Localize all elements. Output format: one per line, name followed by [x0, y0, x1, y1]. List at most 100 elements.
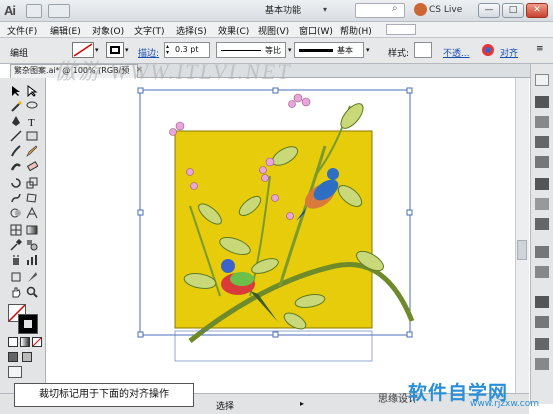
menu-type[interactable]: 文字(T) [134, 24, 165, 37]
hand-tool-icon[interactable] [10, 286, 24, 298]
rectangle-tool-icon[interactable] [26, 130, 40, 142]
slice-tool-icon[interactable] [26, 271, 40, 283]
screen-mode-button[interactable] [8, 366, 22, 378]
menu-edit[interactable]: 编辑(E) [50, 24, 81, 37]
menu-view[interactable]: 视图(V) [258, 24, 289, 37]
magic-wand-tool-icon[interactable] [10, 100, 24, 112]
paintbrush-tool-icon[interactable] [10, 145, 24, 157]
line-segment-tool-icon[interactable] [10, 130, 24, 142]
rotate-tool-icon[interactable] [10, 177, 24, 189]
align-panel-icon[interactable] [535, 338, 549, 350]
symbols-panel-icon[interactable] [535, 156, 549, 168]
zoom-tool-icon[interactable] [26, 286, 40, 298]
mesh-tool-icon[interactable] [10, 224, 24, 236]
type-tool-icon[interactable]: T [26, 115, 40, 129]
workspace-switcher[interactable]: 基本功能 [265, 4, 325, 18]
none-mode-button[interactable] [32, 337, 42, 347]
menu-extra-icon[interactable] [386, 24, 416, 35]
stroke-panel-icon[interactable] [535, 178, 549, 190]
artwork[interactable] [130, 86, 420, 366]
pathfinder-panel-icon[interactable] [535, 358, 549, 370]
draw-normal-button[interactable] [8, 352, 18, 362]
direct-selection-tool-icon[interactable] [26, 85, 40, 98]
leaf [340, 103, 364, 129]
style-label: 样式: [388, 49, 410, 59]
chevron-right-icon[interactable]: ▸ [300, 399, 304, 408]
brush-definition[interactable]: 基本 [294, 42, 364, 58]
chevron-down-icon[interactable]: ▾ [288, 46, 292, 54]
menu-object[interactable]: 对象(O) [92, 24, 124, 37]
layers-panel-icon[interactable] [535, 296, 549, 308]
perspective-grid-tool-icon[interactable] [26, 206, 40, 219]
cs-live-label[interactable]: CS Live [429, 5, 462, 15]
menu-window[interactable]: 窗口(W) [299, 24, 333, 37]
panel-menu-icon[interactable]: ≡ [536, 44, 548, 56]
selection-handle[interactable] [406, 209, 413, 216]
maximize-button[interactable]: □ [502, 3, 524, 18]
selection-handle[interactable] [406, 87, 413, 94]
menu-effect[interactable]: 效果(C) [218, 24, 249, 37]
menu-select[interactable]: 选择(S) [176, 24, 207, 37]
chevron-down-icon[interactable]: ▾ [366, 46, 370, 54]
menu-help[interactable]: 帮助(H) [340, 24, 372, 37]
selection-handle[interactable] [272, 331, 279, 338]
recolor-icon[interactable] [480, 42, 496, 58]
chevron-down-icon[interactable]: ▾ [125, 46, 129, 54]
color-mode-button[interactable] [8, 337, 18, 347]
svg-text:T: T [28, 117, 35, 127]
draw-behind-button[interactable] [22, 352, 32, 362]
column-graph-tool-icon[interactable] [26, 254, 40, 266]
pen-tool-icon[interactable] [10, 115, 24, 127]
transparency-panel-icon[interactable] [535, 218, 549, 230]
brushes-panel-icon[interactable] [535, 136, 549, 148]
scrollbar-thumb[interactable] [517, 240, 527, 260]
artboard-tool-icon[interactable] [10, 271, 24, 283]
free-transform-tool-icon[interactable] [26, 192, 40, 204]
flower [175, 121, 185, 131]
selection-handle[interactable] [272, 87, 279, 94]
blob-brush-tool-icon[interactable] [10, 160, 24, 172]
selection-handle[interactable] [406, 331, 413, 338]
gradient-panel-icon[interactable] [535, 198, 549, 210]
warp-tool-icon[interactable] [10, 192, 24, 204]
minimize-button[interactable]: — [478, 3, 500, 18]
gradient-tool-icon[interactable] [26, 224, 40, 236]
pencil-tool-icon[interactable] [26, 145, 40, 157]
arrange-documents-icon[interactable] [48, 4, 70, 18]
cs-live-icon[interactable] [414, 3, 427, 16]
selection-tool-icon[interactable] [10, 85, 24, 97]
chevron-down-icon[interactable]: ▾ [95, 46, 99, 54]
selection-handle[interactable] [137, 87, 144, 94]
symbol-sprayer-tool-icon[interactable] [10, 254, 24, 266]
menu-file[interactable]: 文件(F) [7, 24, 37, 37]
gradient-mode-button[interactable] [20, 337, 30, 347]
selection-type-label: 编组 [10, 49, 29, 59]
eyedropper-tool-icon[interactable] [10, 238, 24, 251]
artboards-panel-icon[interactable] [535, 316, 549, 328]
site-logo-domain: www.rjzxw.com [470, 399, 539, 409]
scale-tool-icon[interactable] [26, 177, 40, 189]
site-watermark-top: 傲游 WWW.ITLVI.NET [54, 59, 292, 84]
eraser-tool-icon[interactable] [26, 160, 40, 172]
swatches-panel-icon[interactable] [535, 116, 549, 128]
vertical-scrollbar[interactable] [515, 78, 529, 393]
opacity-label[interactable]: 不透... [443, 46, 470, 59]
appearance-panel-icon[interactable] [535, 246, 549, 258]
blend-tool-icon[interactable] [26, 239, 40, 251]
graphic-style-swatch[interactable] [414, 42, 432, 58]
color-guide-panel-icon[interactable] [535, 96, 549, 108]
stroke-color-icon [110, 46, 120, 54]
graphic-styles-panel-icon[interactable] [535, 266, 549, 278]
flower [186, 168, 194, 176]
selection-handle[interactable] [137, 331, 144, 338]
lasso-tool-icon[interactable] [26, 100, 40, 112]
bridge-icon[interactable] [26, 4, 42, 18]
shape-builder-tool-icon[interactable] [10, 207, 24, 219]
selection-handle[interactable] [137, 209, 144, 216]
stroke-color-indicator[interactable] [18, 314, 38, 334]
color-panel-icon[interactable] [535, 74, 549, 86]
status-tool-label: 选择 [216, 402, 235, 412]
align-label[interactable]: 对齐 [500, 46, 518, 59]
flower [293, 93, 303, 103]
close-button[interactable]: ✕ [526, 3, 548, 18]
